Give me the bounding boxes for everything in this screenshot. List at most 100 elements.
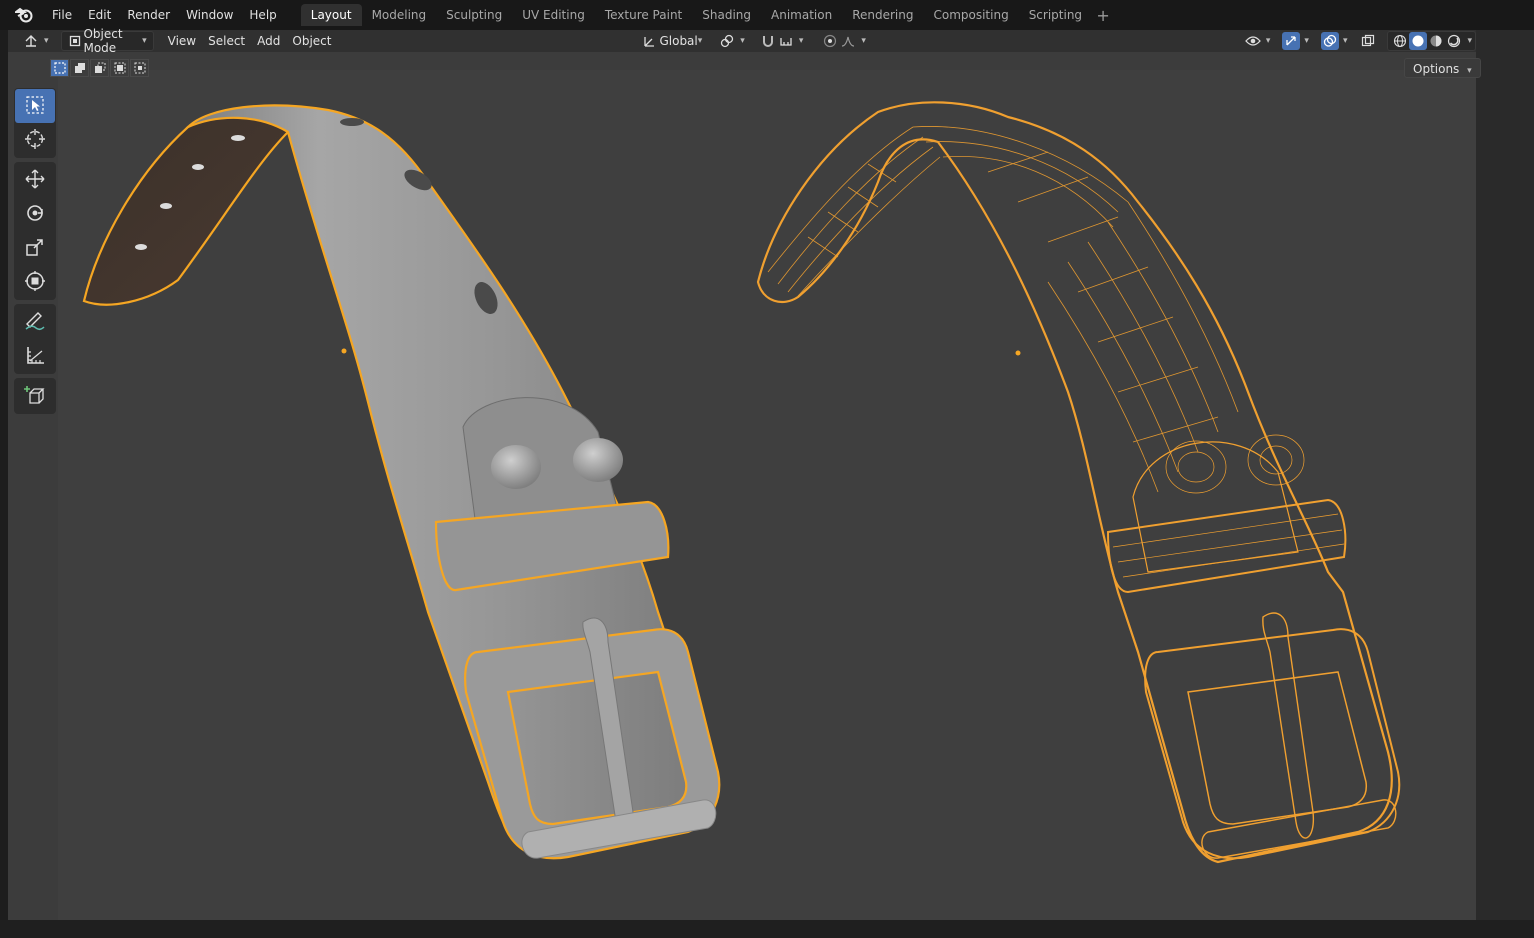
wire-prong bbox=[1262, 612, 1315, 839]
tab-layout[interactable]: Layout bbox=[300, 4, 362, 26]
annotate-icon bbox=[24, 310, 46, 335]
rotate-tool[interactable] bbox=[15, 197, 55, 231]
tool-group-transform bbox=[14, 162, 56, 300]
move-tool[interactable] bbox=[15, 163, 55, 197]
tab-compositing[interactable]: Compositing bbox=[923, 4, 1018, 26]
chevron-down-icon: ▾ bbox=[1467, 66, 1472, 76]
wire-outline bbox=[756, 101, 1393, 864]
scale-tool[interactable] bbox=[15, 231, 55, 265]
select-invert-icon[interactable] bbox=[110, 59, 129, 77]
tab-scripting[interactable]: Scripting bbox=[1019, 4, 1092, 26]
tool-group-annotate bbox=[14, 304, 56, 374]
wire-mesh-lines bbox=[767, 126, 1239, 493]
orientation-select[interactable]: Global ▾ bbox=[635, 31, 708, 51]
chevron-down-icon: ▾ bbox=[740, 36, 745, 46]
chevron-down-icon: ▾ bbox=[861, 36, 866, 46]
belt-inner-surface bbox=[82, 112, 290, 306]
rivet bbox=[491, 445, 541, 489]
select-subtract-icon[interactable] bbox=[90, 59, 109, 77]
tab-rendering[interactable]: Rendering bbox=[842, 4, 923, 26]
select-box-tool[interactable] bbox=[15, 89, 55, 123]
workspace-tabs: Layout Modeling Sculpting UV Editing Tex… bbox=[300, 0, 1114, 30]
wireframe-shading-icon[interactable] bbox=[1391, 32, 1409, 50]
right-panel-edge bbox=[1476, 30, 1534, 920]
tool-group-add bbox=[14, 378, 56, 414]
tab-animation[interactable]: Animation bbox=[761, 4, 842, 26]
falloff-icon[interactable] bbox=[839, 32, 857, 50]
overlays-icon bbox=[1320, 32, 1339, 50]
magnet-icon bbox=[759, 32, 777, 50]
selection-mode-group bbox=[50, 59, 149, 77]
pivot-point-button[interactable]: ▾ bbox=[712, 31, 751, 51]
menu-file[interactable]: File bbox=[44, 4, 80, 26]
belt-hole-inner bbox=[160, 203, 172, 209]
move-icon bbox=[24, 168, 46, 193]
belt-hole-inner bbox=[135, 244, 147, 250]
menu-render[interactable]: Render bbox=[119, 4, 178, 26]
tab-sculpting[interactable]: Sculpting bbox=[436, 4, 512, 26]
menu-help[interactable]: Help bbox=[241, 4, 284, 26]
snap-increment-icon[interactable] bbox=[777, 32, 795, 50]
annotate-tool[interactable] bbox=[15, 305, 55, 339]
add-cube-icon bbox=[24, 384, 46, 409]
options-label: Options bbox=[1413, 62, 1460, 76]
select-new-icon[interactable] bbox=[50, 59, 69, 77]
tab-texture-paint[interactable]: Texture Paint bbox=[595, 4, 692, 26]
chevron-down-icon: ▾ bbox=[798, 36, 804, 46]
cursor-tool[interactable] bbox=[15, 123, 55, 157]
chevron-down-icon[interactable]: ▾ bbox=[1467, 36, 1472, 46]
wireframe-belt-object[interactable] bbox=[756, 101, 1401, 864]
select-extend-icon[interactable] bbox=[70, 59, 89, 77]
chevron-down-icon: ▾ bbox=[44, 36, 49, 46]
mode-select[interactable]: Object Mode ▾ bbox=[60, 27, 154, 55]
menu-add[interactable]: Add bbox=[251, 31, 286, 51]
menu-select[interactable]: Select bbox=[202, 31, 251, 51]
transform-tool[interactable] bbox=[15, 265, 55, 299]
object-origin bbox=[1015, 350, 1021, 356]
rotate-icon bbox=[24, 202, 46, 227]
editor-type-button[interactable]: ▾ bbox=[16, 31, 55, 51]
select-box-icon bbox=[25, 95, 45, 118]
mode-select-label: Object Mode bbox=[83, 27, 123, 55]
measure-icon bbox=[24, 344, 46, 369]
menu-window[interactable]: Window bbox=[178, 4, 241, 26]
select-intersect-icon[interactable] bbox=[130, 59, 149, 77]
proportional-edit-toggle[interactable]: ▾ bbox=[815, 31, 872, 51]
add-cube-tool[interactable] bbox=[15, 379, 55, 413]
eye-icon bbox=[1244, 32, 1262, 50]
tab-shading[interactable]: Shading bbox=[692, 4, 761, 26]
visibility-button[interactable]: ▾ bbox=[1238, 31, 1277, 51]
measure-tool[interactable] bbox=[15, 339, 55, 373]
solid-belt-object[interactable] bbox=[82, 104, 721, 860]
options-dropdown[interactable]: Options ▾ bbox=[1404, 58, 1481, 78]
snap-toggle[interactable]: ▾ bbox=[753, 31, 810, 51]
object-origin bbox=[341, 348, 347, 354]
transform-icon bbox=[24, 270, 46, 295]
wire-rivets bbox=[1165, 434, 1305, 494]
xray-toggle[interactable] bbox=[1353, 31, 1383, 51]
solid-shading-icon[interactable] bbox=[1409, 32, 1428, 50]
gizmo-toggle[interactable]: ▾ bbox=[1276, 31, 1315, 51]
blender-logo-icon[interactable] bbox=[14, 5, 34, 25]
editor-type-icon bbox=[22, 32, 40, 50]
viewport-header: ▾ Object Mode ▾ View Select Add Object G… bbox=[8, 27, 1476, 55]
orientation-icon bbox=[641, 32, 659, 50]
menu-object[interactable]: Object bbox=[286, 31, 337, 51]
chevron-down-icon: ▾ bbox=[697, 36, 703, 46]
xray-icon bbox=[1359, 32, 1377, 50]
add-workspace-icon[interactable]: + bbox=[1092, 6, 1114, 25]
pivot-icon bbox=[718, 32, 736, 50]
overlays-toggle[interactable]: ▾ bbox=[1315, 31, 1354, 51]
scene-canvas bbox=[82, 101, 1401, 864]
belt-hole bbox=[340, 118, 364, 126]
menu-edit[interactable]: Edit bbox=[80, 4, 119, 26]
chevron-down-icon: ▾ bbox=[1342, 36, 1348, 46]
tab-modeling[interactable]: Modeling bbox=[362, 4, 437, 26]
wire-belt-loop bbox=[1106, 498, 1347, 594]
material-shading-icon[interactable] bbox=[1427, 32, 1445, 50]
top-menu-bar: File Edit Render Window Help Layout Mode… bbox=[0, 0, 1534, 30]
menu-view[interactable]: View bbox=[162, 31, 202, 51]
rendered-shading-icon[interactable] bbox=[1445, 32, 1463, 50]
3d-viewport[interactable] bbox=[8, 52, 1476, 920]
tab-uv-editing[interactable]: UV Editing bbox=[512, 4, 595, 26]
